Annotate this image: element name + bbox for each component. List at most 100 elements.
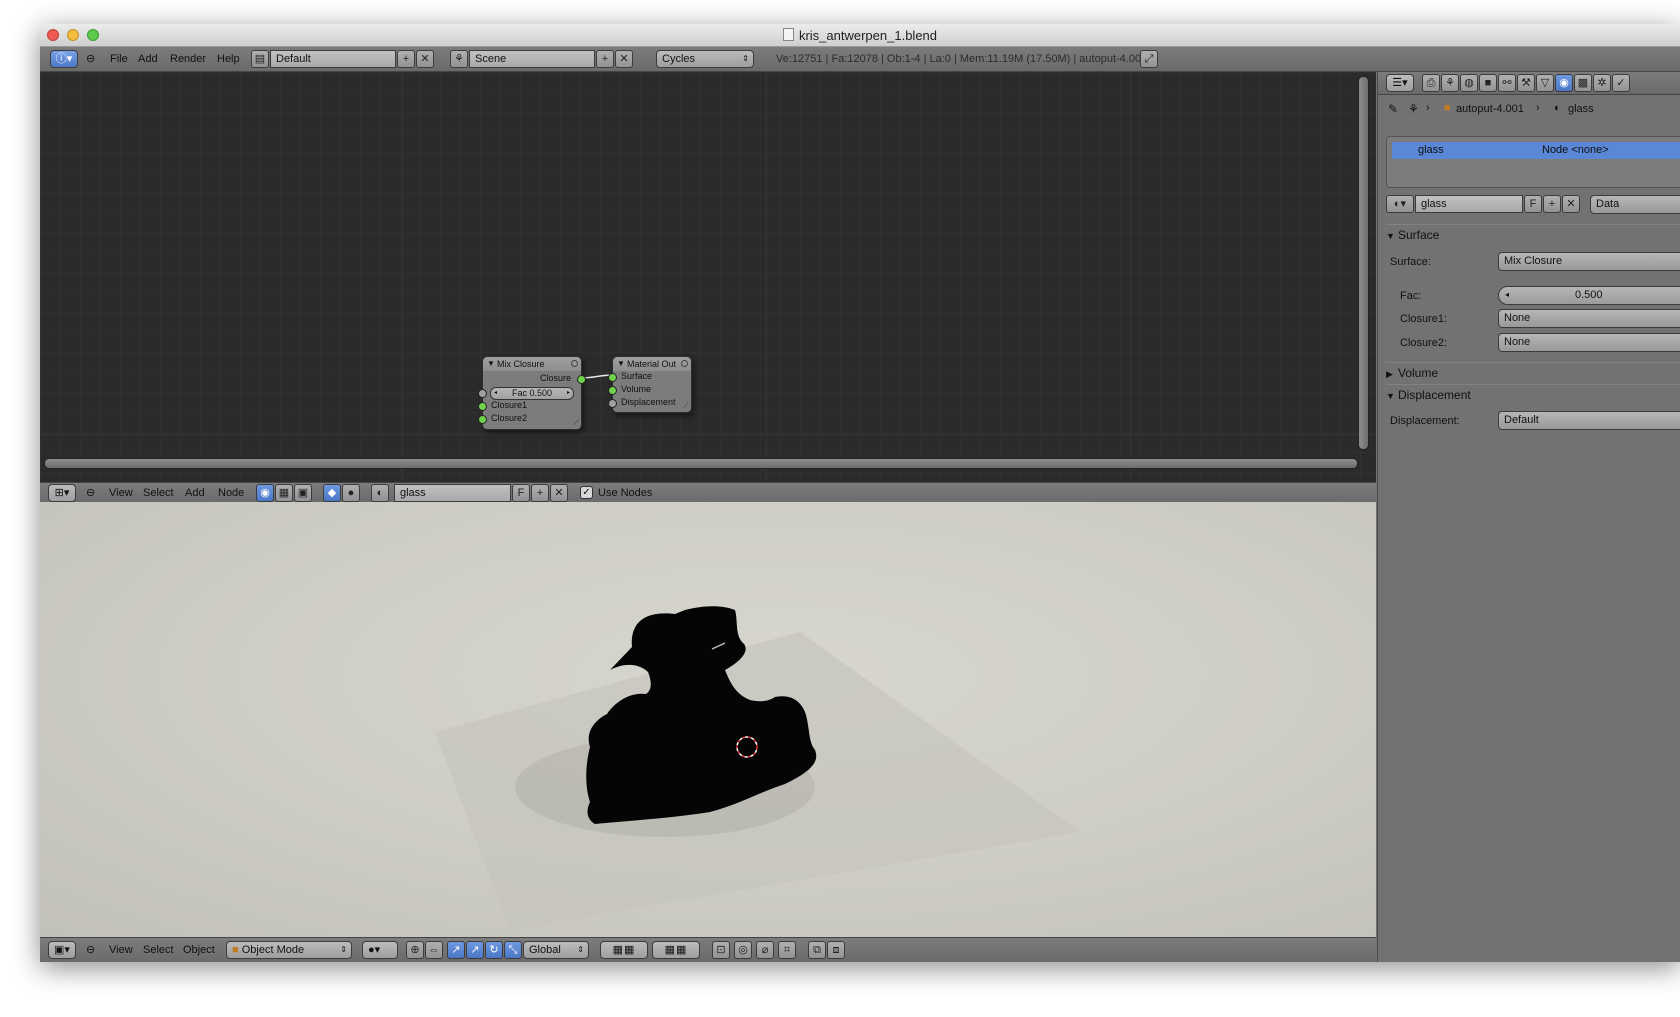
material-browse-icon[interactable]: ◐▾ xyxy=(1386,195,1414,213)
editor-type-button[interactable]: ☰▾ xyxy=(1386,74,1414,92)
surface-panel-header[interactable]: ▼ Surface xyxy=(1386,224,1680,245)
node-preview-icon[interactable] xyxy=(681,360,688,367)
transform-manipulator-icon[interactable]: ↗ xyxy=(447,941,465,959)
fac-slider[interactable]: ◂ Fac 0.500 ▸ xyxy=(490,387,574,400)
physics-tab-icon[interactable]: ✓ xyxy=(1612,74,1630,92)
menu-object[interactable]: Object xyxy=(183,941,215,959)
render-engine-dropdown[interactable]: Cycles ⇕ xyxy=(656,50,754,68)
collapse-node-icon[interactable]: ▼ xyxy=(617,357,625,371)
shader-nodes-icon[interactable]: ◉ xyxy=(256,484,274,502)
surface-input-socket[interactable] xyxy=(608,373,617,382)
info-editor-type-button[interactable]: ⓘ▾ xyxy=(50,50,78,68)
fake-user-button[interactable]: F xyxy=(512,484,530,502)
closure-output-socket[interactable] xyxy=(577,375,586,384)
remove-scene-icon[interactable]: ✕ xyxy=(615,50,633,68)
texture-tab-icon[interactable]: ▩ xyxy=(1574,74,1592,92)
menu-view[interactable]: View xyxy=(109,484,133,502)
scene-icon[interactable]: ⚘ xyxy=(450,50,468,68)
scale-icon[interactable]: ⤡ xyxy=(504,941,522,959)
resize-handle-icon[interactable]: ⟋ xyxy=(573,418,579,428)
decrement-arrow-icon[interactable]: ◂ xyxy=(494,388,497,399)
particles-tab-icon[interactable]: ✲ xyxy=(1593,74,1611,92)
material-tab-icon[interactable]: ◉ xyxy=(1555,74,1573,92)
texture-nodes-icon[interactable]: ▦ xyxy=(275,484,293,502)
pin-icon[interactable]: ✎ xyxy=(1388,102,1398,116)
scene-field[interactable]: Scene xyxy=(469,50,595,68)
displacement-dropdown[interactable]: Default xyxy=(1498,411,1680,430)
closure2-input-socket[interactable] xyxy=(478,415,487,424)
opengl-animation-icon[interactable]: ⧈ xyxy=(827,941,845,959)
decrement-arrow-icon[interactable]: ◂ xyxy=(1505,290,1509,299)
remove-screen-icon[interactable]: ✕ xyxy=(416,50,434,68)
snap-toggle-icon[interactable]: ⌀ xyxy=(756,941,774,959)
fac-slider[interactable]: ◂ 0.500 xyxy=(1498,286,1680,305)
displacement-input-socket[interactable] xyxy=(608,399,617,408)
compositing-nodes-icon[interactable]: ▣ xyxy=(294,484,312,502)
fullscreen-icon[interactable]: ⤢ xyxy=(1140,50,1158,68)
surface-shader-dropdown[interactable]: Mix Closure xyxy=(1498,252,1680,271)
opengl-render-icon[interactable]: ⧉ xyxy=(808,941,826,959)
snap-element-icon[interactable]: ⌗ xyxy=(778,941,796,959)
3d-viewport[interactable] xyxy=(40,502,1376,937)
closure2-dropdown[interactable]: None xyxy=(1498,333,1680,352)
orientation-dropdown[interactable]: Global ⇕ xyxy=(523,941,589,959)
vertical-scrollbar[interactable] xyxy=(1358,76,1369,450)
node-editor-canvas[interactable]: ▼ Mix Closure Closure ◂ Fac 0.500 ▸ Clos… xyxy=(40,72,1376,482)
editor-type-button[interactable]: ⊞▾ xyxy=(48,484,76,502)
material-name-field[interactable]: glass xyxy=(1415,195,1523,213)
material-name-field[interactable]: glass xyxy=(394,484,511,502)
pivot-point-icon[interactable]: ⊕ xyxy=(406,941,424,959)
render-tab-icon[interactable]: ⎙ xyxy=(1422,74,1440,92)
horizontal-scrollbar[interactable] xyxy=(44,458,1358,469)
constraints-tab-icon[interactable]: ⚯ xyxy=(1498,74,1516,92)
displacement-panel-header[interactable]: ▼ Displacement xyxy=(1386,384,1680,405)
data-tab-icon[interactable]: ▽ xyxy=(1536,74,1554,92)
mode-dropdown[interactable]: ■ Object Mode ⇕ xyxy=(226,941,352,959)
lock-layers-icon[interactable]: ⊡ xyxy=(712,941,730,959)
manipulator-toggle-icon[interactable]: ⇔ xyxy=(425,941,443,959)
mix-closure-node-header[interactable]: ▼ Mix Closure xyxy=(483,357,581,371)
use-nodes-checkbox[interactable]: ✓ xyxy=(580,486,593,499)
material-out-node-header[interactable]: ▼ Material Out xyxy=(613,357,691,371)
volume-input-socket[interactable] xyxy=(608,386,617,395)
node-preview-icon[interactable] xyxy=(571,360,578,367)
closure1-input-socket[interactable] xyxy=(478,402,487,411)
fake-user-button[interactable]: F xyxy=(1524,195,1542,213)
resize-handle-icon[interactable]: ⟋ xyxy=(683,401,689,411)
viewport-shading-dropdown[interactable]: ●▾ xyxy=(362,941,398,959)
menu-node[interactable]: Node xyxy=(218,484,244,502)
menu-view[interactable]: View xyxy=(109,941,133,959)
proportional-edit-icon[interactable]: ◎ xyxy=(734,941,752,959)
closure1-dropdown[interactable]: None xyxy=(1498,309,1680,328)
scene-tab-icon[interactable]: ⚘ xyxy=(1441,74,1459,92)
increment-arrow-icon[interactable]: ▸ xyxy=(567,388,570,399)
material-browse-icon[interactable]: ◐ xyxy=(371,484,389,502)
menu-help[interactable]: Help xyxy=(217,50,240,68)
material-slot-row[interactable]: glass Node <none> xyxy=(1392,142,1680,159)
unlink-material-icon[interactable]: ✕ xyxy=(1562,195,1580,213)
add-screen-icon[interactable]: + xyxy=(397,50,415,68)
menu-select[interactable]: Select xyxy=(143,941,174,959)
layers-grid-right[interactable]: ▦▦ xyxy=(652,941,700,959)
link-dropdown[interactable]: Data xyxy=(1590,195,1680,214)
screen-layout-field[interactable]: Default xyxy=(270,50,396,68)
menu-file[interactable]: File xyxy=(110,50,128,68)
object-shader-icon[interactable]: ◆ xyxy=(323,484,341,502)
collapse-menu-icon[interactable]: ⊖ xyxy=(86,941,95,959)
layers-grid-left[interactable]: ▦▦ xyxy=(600,941,648,959)
material-out-node[interactable]: ▼ Material Out Surface Volume Displaceme… xyxy=(608,356,692,413)
editor-type-button[interactable]: ▣▾ xyxy=(48,941,76,959)
add-scene-icon[interactable]: + xyxy=(596,50,614,68)
world-tab-icon[interactable]: ◍ xyxy=(1460,74,1478,92)
menu-render[interactable]: Render xyxy=(170,50,206,68)
modifiers-tab-icon[interactable]: ⚒ xyxy=(1517,74,1535,92)
menu-add[interactable]: Add xyxy=(138,50,158,68)
collapse-menu-icon[interactable]: ⊖ xyxy=(86,50,95,68)
rotate-icon[interactable]: ↻ xyxy=(485,941,503,959)
add-material-icon[interactable]: + xyxy=(531,484,549,502)
fac-input-socket[interactable] xyxy=(478,389,487,398)
menu-add[interactable]: Add xyxy=(185,484,205,502)
world-shader-icon[interactable]: ● xyxy=(342,484,360,502)
collapse-menu-icon[interactable]: ⊖ xyxy=(86,484,95,502)
translate-icon[interactable]: ↗ xyxy=(466,941,484,959)
